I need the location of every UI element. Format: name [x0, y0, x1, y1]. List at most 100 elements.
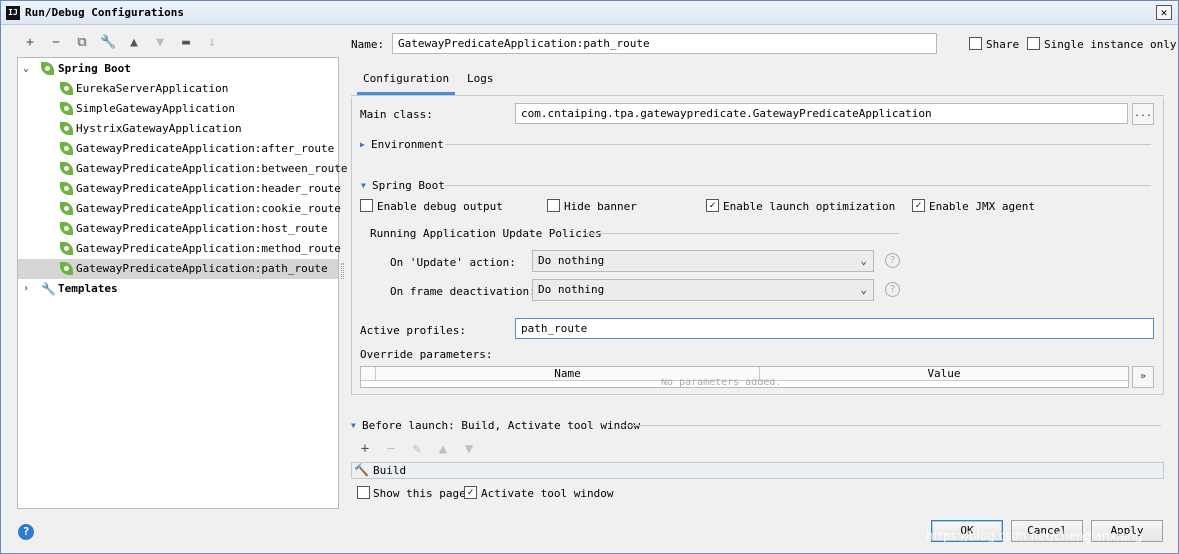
- spring-boot-icon: [60, 242, 73, 255]
- tree-item-label: GatewayPredicateApplication:header_route: [76, 182, 341, 195]
- update-policies-title: Running Application Update Policies: [370, 227, 602, 240]
- tabs-divider: [351, 95, 1164, 96]
- share-label: Share: [986, 38, 1020, 51]
- wrench-icon: 🔧: [41, 282, 56, 296]
- activate-tool-window-checkbox[interactable]: ✓: [464, 486, 477, 499]
- title-bar: IJ Run/Debug Configurations ✕: [1, 1, 1178, 25]
- spring-boot-icon: [60, 262, 73, 275]
- spring-boot-icon: [60, 82, 73, 95]
- task-label: Build: [373, 464, 407, 477]
- tree-item-label: GatewayPredicateApplication:after_route: [76, 142, 335, 155]
- arrow-down-icon[interactable]: ▼: [461, 441, 477, 457]
- tree-item[interactable]: GatewayPredicateApplication:method_route: [18, 239, 341, 259]
- active-profiles-input[interactable]: path_route: [515, 318, 1154, 339]
- activate-tool-window-label: Activate tool window: [481, 487, 614, 500]
- window-title: Run/Debug Configurations: [25, 6, 184, 19]
- chevron-down-icon[interactable]: ▼: [351, 421, 356, 430]
- hide-banner-checkbox[interactable]: [547, 199, 560, 212]
- single-instance-label: Single instance only: [1044, 38, 1177, 51]
- arrow-up-icon[interactable]: ▲: [126, 35, 142, 51]
- table-corner: [361, 367, 376, 381]
- column-header-value[interactable]: Value: [760, 367, 1128, 381]
- spring-boot-icon: [60, 222, 73, 235]
- plus-icon[interactable]: +: [357, 441, 373, 457]
- plus-icon[interactable]: +: [22, 35, 38, 51]
- share-checkbox[interactable]: [969, 37, 982, 50]
- tab-logs[interactable]: Logs: [467, 71, 507, 95]
- tree-group-label: Templates: [58, 282, 118, 295]
- copy-icon[interactable]: ⧉: [74, 35, 90, 51]
- enable-jmx-agent-label: Enable JMX agent: [929, 200, 1035, 213]
- minus-icon[interactable]: −: [383, 441, 399, 457]
- spring-boot-icon: [60, 202, 73, 215]
- tree-item[interactable]: GatewayPredicateApplication:cookie_route: [18, 199, 341, 219]
- spring-boot-icon: [60, 122, 73, 135]
- enable-launch-optimization-checkbox[interactable]: ✓: [706, 199, 719, 212]
- tree-item-label: HystrixGatewayApplication: [76, 122, 242, 135]
- help-button[interactable]: ?: [18, 524, 34, 540]
- single-instance-checkbox[interactable]: [1027, 37, 1040, 50]
- show-this-page-checkbox[interactable]: [357, 486, 370, 499]
- minus-icon[interactable]: −: [48, 35, 64, 51]
- sort-icon[interactable]: ↓: [204, 35, 220, 51]
- spring-boot-section-title[interactable]: Spring Boot: [372, 179, 445, 192]
- tree-item-label: GatewayPredicateApplication:path_route: [76, 262, 328, 275]
- spring-boot-icon: [60, 162, 73, 175]
- tree-item-label: GatewayPredicateApplication:between_rout…: [76, 162, 348, 175]
- tree-group-label: Spring Boot: [58, 62, 131, 75]
- active-profiles-label: Active profiles:: [360, 324, 466, 337]
- name-input[interactable]: GatewayPredicateApplication:path_route: [392, 33, 937, 54]
- pencil-icon[interactable]: ✎: [409, 441, 425, 457]
- on-frame-deactivation-label: On frame deactivation:: [390, 285, 536, 298]
- wrench-icon[interactable]: 🔧: [100, 35, 116, 51]
- tree-item[interactable]: HystrixGatewayApplication: [18, 119, 338, 139]
- panel-splitter-handle[interactable]: [341, 263, 344, 279]
- enable-debug-output-label: Enable debug output: [377, 200, 503, 213]
- before-launch-title[interactable]: Before launch: Build, Activate tool wind…: [362, 419, 640, 432]
- spring-boot-icon: [60, 142, 73, 155]
- expand-table-button[interactable]: »: [1132, 366, 1154, 388]
- run-debug-dialog: IJ Run/Debug Configurations ✕ + − ⧉ 🔧 ▲ …: [0, 0, 1179, 554]
- before-launch-task-row[interactable]: 🔨 Build: [351, 462, 1164, 479]
- update-policies-separator: [585, 233, 899, 234]
- watermark-text: https://blog.csdn.net/chenqianxiang: [926, 529, 1143, 543]
- tree-item[interactable]: GatewayPredicateApplication:between_rout…: [18, 159, 348, 179]
- main-class-input[interactable]: com.cntaiping.tpa.gatewaypredicate.Gatew…: [515, 103, 1128, 124]
- close-button[interactable]: ✕: [1156, 5, 1172, 20]
- spring-boot-separator: [445, 185, 1151, 186]
- override-parameters-table[interactable]: Name Value No parameters added.: [360, 366, 1129, 388]
- chevron-down-icon[interactable]: ▼: [361, 181, 366, 190]
- tab-configuration[interactable]: Configuration: [357, 71, 455, 95]
- tree-item[interactable]: EurekaServerApplication: [18, 79, 338, 99]
- name-label: Name:: [351, 38, 385, 51]
- enable-debug-output-checkbox[interactable]: [360, 199, 373, 212]
- enable-jmx-agent-checkbox[interactable]: ✓: [912, 199, 925, 212]
- show-this-page-label: Show this page: [373, 487, 466, 500]
- on-frame-deactivation-select[interactable]: Do nothing ⌄: [532, 279, 874, 301]
- on-update-value: Do nothing: [538, 254, 605, 267]
- on-update-select[interactable]: Do nothing ⌄: [532, 250, 874, 272]
- arrow-up-icon[interactable]: ▲: [435, 441, 451, 457]
- tree-item[interactable]: GatewayPredicateApplication:after_route: [18, 139, 338, 159]
- help-icon[interactable]: ?: [885, 282, 900, 297]
- configuration-tree[interactable]: ⌄ Spring Boot EurekaServerApplication Si…: [17, 57, 348, 509]
- tree-item[interactable]: GatewayPredicateApplication:header_route: [18, 179, 341, 199]
- environment-toggle[interactable]: Environment: [371, 138, 444, 151]
- before-launch-separator: [621, 425, 1161, 426]
- browse-button[interactable]: ...: [1132, 103, 1154, 125]
- spring-boot-icon: [41, 62, 54, 75]
- help-icon[interactable]: ?: [885, 253, 900, 268]
- chevron-down-icon[interactable]: ⌄: [21, 59, 31, 79]
- tree-group-templates[interactable]: › 🔧 Templates: [18, 279, 338, 299]
- chevron-down-icon: ⌄: [860, 254, 867, 267]
- on-frame-value: Do nothing: [538, 283, 605, 296]
- tree-item[interactable]: GatewayPredicateApplication:host_route: [18, 219, 338, 239]
- tree-item[interactable]: SimpleGatewayApplication: [18, 99, 338, 119]
- tree-group-spring-boot[interactable]: ⌄ Spring Boot: [18, 59, 338, 79]
- override-parameters-label: Override parameters:: [360, 348, 493, 361]
- tree-item-selected[interactable]: GatewayPredicateApplication:path_route: [18, 259, 338, 279]
- arrow-down-icon[interactable]: ▼: [152, 35, 168, 51]
- folder-icon[interactable]: ▬: [178, 35, 194, 51]
- chevron-right-icon[interactable]: ▶: [360, 140, 365, 149]
- chevron-right-icon[interactable]: ›: [21, 279, 31, 299]
